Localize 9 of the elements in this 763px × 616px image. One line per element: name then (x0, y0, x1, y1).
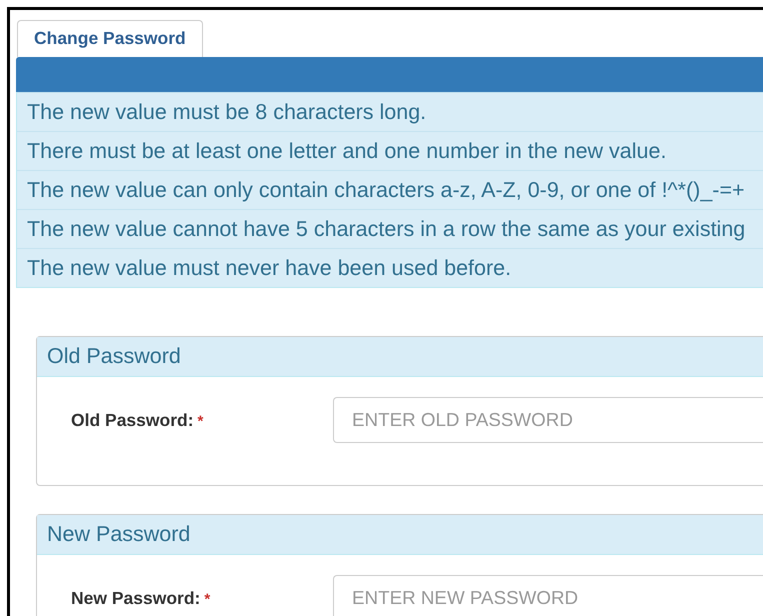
password-field[interactable]: ENTER NEW PASSWORD (333, 575, 763, 616)
section-header: New Password (37, 515, 763, 555)
required-asterisk: * (198, 412, 204, 430)
required-asterisk: * (204, 590, 210, 608)
tab[interactable]: Change Password (17, 20, 203, 57)
field-label: New Password: (71, 588, 200, 608)
password-field[interactable]: ENTER OLD PASSWORD (333, 397, 763, 443)
field-label: Old Password: (71, 410, 194, 430)
section-header: Old Password (37, 337, 763, 377)
